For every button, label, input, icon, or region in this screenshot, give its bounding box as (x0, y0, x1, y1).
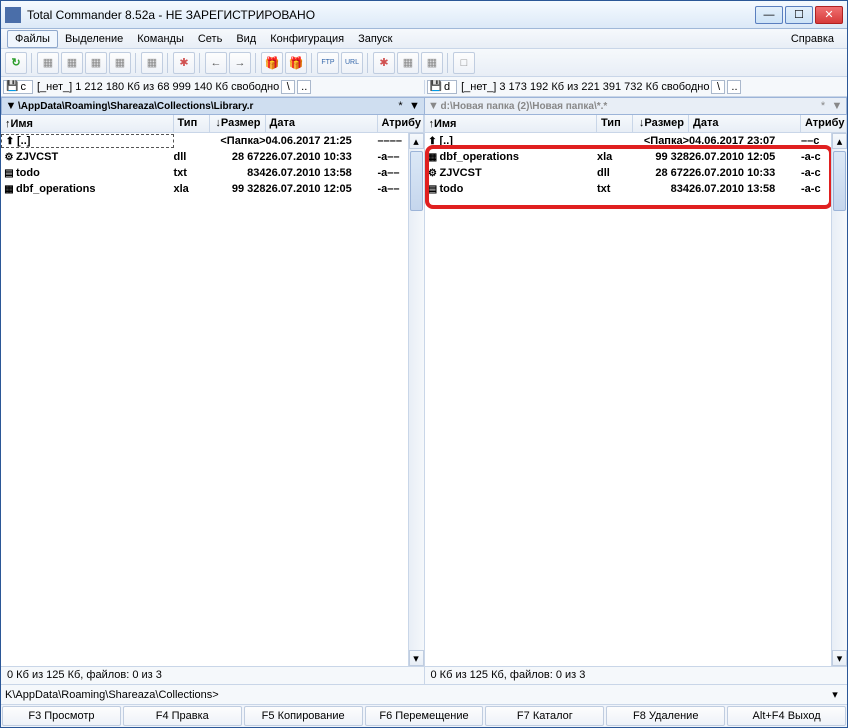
view-full-icon[interactable] (61, 52, 83, 74)
function-keys: F3 Просмотр F4 Правка F5 Копирование F6 … (1, 705, 847, 727)
drive-right-none: [_нет_] (461, 81, 496, 93)
left-panel: ↑Имя Тип ↓Размер Дата Атрибу ⬆[..]<Папка… (1, 115, 425, 666)
altf4-button[interactable]: Alt+F4 Выход (727, 706, 846, 726)
scroll-up-icon[interactable]: ▴ (832, 133, 847, 149)
path-right-fav-icon[interactable]: * (816, 100, 830, 112)
star2-icon[interactable] (373, 52, 395, 74)
path-left-fav-icon[interactable]: * (394, 100, 408, 112)
right-columns[interactable]: ↑Имя Тип ↓Размер Дата Атрибу (425, 115, 848, 133)
window-title: Total Commander 8.52a - НЕ ЗАРЕГИСТРИРОВ… (27, 8, 755, 22)
drive-left-info: 1 212 180 Кб из 68 999 140 Кб свободно (75, 81, 279, 93)
url-icon[interactable] (341, 52, 363, 74)
ftp-icon[interactable] (317, 52, 339, 74)
left-columns[interactable]: ↑Имя Тип ↓Размер Дата Атрибу (1, 115, 424, 133)
view-thumbs-icon[interactable] (85, 52, 107, 74)
forward-icon[interactable] (229, 52, 251, 74)
f7-button[interactable]: F7 Каталог (485, 706, 604, 726)
menu-files[interactable]: Файлы (7, 30, 58, 48)
path-right-drop-icon[interactable]: ▼ (830, 100, 844, 112)
scroll-thumb[interactable] (410, 151, 423, 211)
status-left: 0 Кб из 125 Кб, файлов: 0 из 3 (1, 667, 425, 684)
command-bar[interactable]: K\AppData\Roaming\Shareaza\Collections> … (1, 685, 847, 705)
scrollbar-right[interactable]: ▴ ▾ (831, 133, 847, 666)
right-panel: ↑Имя Тип ↓Размер Дата Атрибу ⬆[..]<Папка… (425, 115, 848, 666)
drive-right-info: 3 173 192 Кб из 221 391 732 Кб свободно (499, 81, 709, 93)
menu-commands[interactable]: Команды (130, 31, 191, 47)
file-row[interactable]: ⬆[..]<Папка>04.06.2017 23:07––c (425, 133, 848, 149)
file-row[interactable]: ▤todotxt83426.07.2010 13:58-a–– (1, 165, 424, 181)
tool-b-icon[interactable] (421, 52, 443, 74)
drive-bar: c [_нет_] 1 212 180 Кб из 68 999 140 Кб … (1, 77, 847, 97)
file-row[interactable]: ⚙ZJVCSTdll28 67226.07.2010 10:33-a-c (425, 165, 848, 181)
path-bar: ▼ \AppData\Roaming\Shareaza\Collections\… (1, 97, 847, 115)
up-right[interactable]: .. (727, 80, 741, 94)
file-row[interactable]: ▦dbf_operationsxla99 32826.07.2010 12:05… (425, 149, 848, 165)
sort-icon[interactable] (141, 52, 163, 74)
scroll-thumb[interactable] (833, 151, 846, 211)
left-file-list[interactable]: ⬆[..]<Папка>04.06.2017 21:25––––⚙ZJVCSTd… (1, 133, 424, 666)
view-tree-icon[interactable] (109, 52, 131, 74)
root-left[interactable]: \ (281, 80, 295, 94)
app-window: Total Commander 8.52a - НЕ ЗАРЕГИСТРИРОВ… (0, 0, 848, 728)
view-brief-icon[interactable] (37, 52, 59, 74)
command-history-icon[interactable]: ▾ (827, 688, 843, 701)
path-right-history-icon[interactable]: ▼ (427, 100, 441, 112)
drive-left[interactable]: c (3, 80, 33, 94)
file-row[interactable]: ▤todotxt83426.07.2010 13:58-a-c (425, 181, 848, 197)
file-row[interactable]: ⬆[..]<Папка>04.06.2017 21:25–––– (1, 133, 424, 149)
title-bar[interactable]: Total Commander 8.52a - НЕ ЗАРЕГИСТРИРОВ… (1, 1, 847, 29)
close-button[interactable]: ✕ (815, 6, 843, 24)
root-right[interactable]: \ (711, 80, 725, 94)
invert-icon[interactable] (173, 52, 195, 74)
menu-config[interactable]: Конфигурация (263, 31, 351, 47)
panels: ↑Имя Тип ↓Размер Дата Атрибу ⬆[..]<Папка… (1, 115, 847, 667)
menu-bar: Файлы Выделение Команды Сеть Вид Конфигу… (1, 29, 847, 49)
path-left-drop-icon[interactable]: ▼ (408, 100, 422, 112)
unpack-icon[interactable] (285, 52, 307, 74)
scrollbar-left[interactable]: ▴ ▾ (408, 133, 424, 666)
scroll-down-icon[interactable]: ▾ (409, 650, 424, 666)
maximize-button[interactable]: ☐ (785, 6, 813, 24)
path-left-history-icon[interactable]: ▼ (4, 100, 18, 112)
menu-start[interactable]: Запуск (351, 31, 399, 47)
command-prompt: K\AppData\Roaming\Shareaza\Collections> (5, 689, 219, 701)
up-left[interactable]: .. (297, 80, 311, 94)
toolbar (1, 49, 847, 77)
right-file-list[interactable]: ⬆[..]<Папка>04.06.2017 23:07––c▦dbf_oper… (425, 133, 848, 666)
scroll-up-icon[interactable]: ▴ (409, 133, 424, 149)
tool-a-icon[interactable] (397, 52, 419, 74)
menu-mark[interactable]: Выделение (58, 31, 130, 47)
pack-icon[interactable] (261, 52, 283, 74)
status-bar: 0 Кб из 125 Кб, файлов: 0 из 3 0 Кб из 1… (1, 667, 847, 685)
drive-right[interactable]: d (427, 80, 458, 94)
file-row[interactable]: ⚙ZJVCSTdll28 67226.07.2010 10:33-a–– (1, 149, 424, 165)
file-row[interactable]: ▦dbf_operationsxla99 32826.07.2010 12:05… (1, 181, 424, 197)
menu-view[interactable]: Вид (229, 31, 263, 47)
status-right: 0 Кб из 125 Кб, файлов: 0 из 3 (425, 667, 848, 684)
path-left[interactable]: \AppData\Roaming\Shareaza\Collections\Li… (18, 101, 394, 112)
f5-button[interactable]: F5 Копирование (244, 706, 363, 726)
f6-button[interactable]: F6 Перемещение (365, 706, 484, 726)
app-icon (5, 7, 21, 23)
f8-button[interactable]: F8 Удаление (606, 706, 725, 726)
minimize-button[interactable]: — (755, 6, 783, 24)
path-right[interactable]: d:\Новая папка (2)\Новая папка\*.* (441, 101, 817, 112)
menu-help[interactable]: Справка (784, 31, 841, 47)
notepad-icon[interactable] (453, 52, 475, 74)
back-icon[interactable] (205, 52, 227, 74)
drive-left-none: [_нет_] (37, 81, 72, 93)
f4-button[interactable]: F4 Правка (123, 706, 242, 726)
menu-net[interactable]: Сеть (191, 31, 229, 47)
refresh-icon[interactable] (5, 52, 27, 74)
scroll-down-icon[interactable]: ▾ (832, 650, 847, 666)
f3-button[interactable]: F3 Просмотр (2, 706, 121, 726)
